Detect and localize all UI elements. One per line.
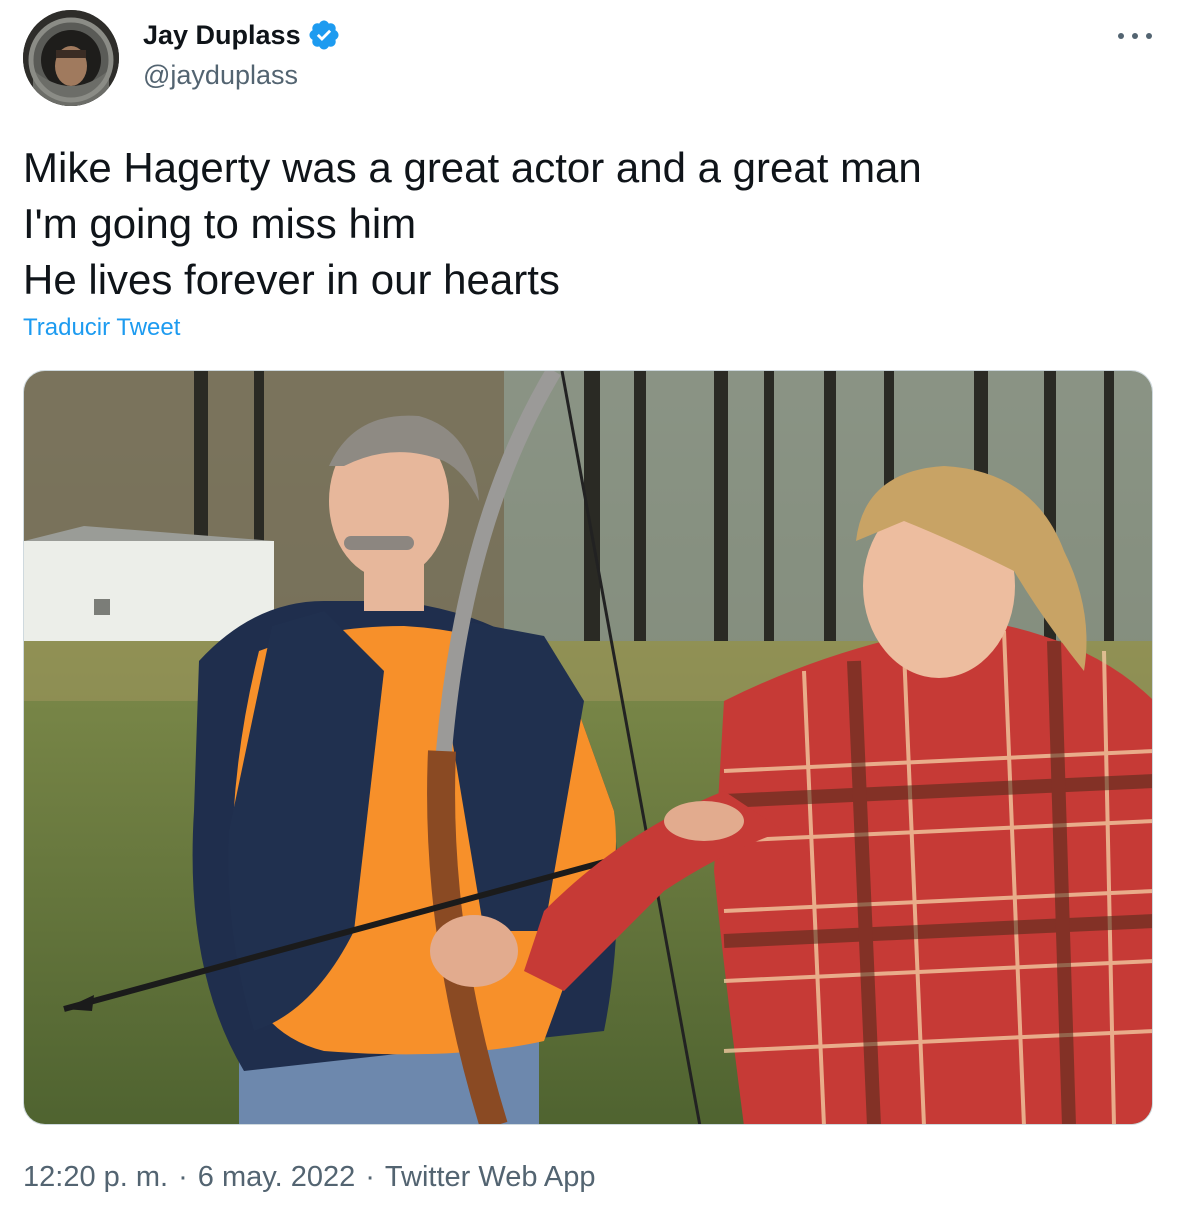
display-name[interactable]: Jay Duplass xyxy=(143,20,301,51)
meta-separator: · xyxy=(365,1161,375,1193)
tweet-card: Jay Duplass @jayduplass Mike Hagerty was… xyxy=(0,0,1198,1210)
tweet-text: Mike Hagerty was a great actor and a gre… xyxy=(23,140,1153,308)
avatar[interactable] xyxy=(23,10,119,106)
name-row: Jay Duplass xyxy=(143,18,341,52)
tweet-meta: 12:20 p. m. · 6 may. 2022 · Twitter Web … xyxy=(23,1161,596,1194)
tweet-date[interactable]: 6 may. 2022 xyxy=(198,1161,355,1194)
meta-separator: · xyxy=(178,1161,188,1193)
user-handle[interactable]: @jayduplass xyxy=(143,60,298,91)
tweet-text-line: I'm going to miss him xyxy=(23,200,417,247)
tweet-time[interactable]: 12:20 p. m. xyxy=(23,1161,168,1194)
tweet-photo[interactable] xyxy=(23,370,1153,1125)
tweet-text-line: He lives forever in our hearts xyxy=(23,256,560,303)
verified-badge-icon xyxy=(307,18,341,52)
photo-image xyxy=(24,371,1152,1124)
tweet-text-line: Mike Hagerty was a great actor and a gre… xyxy=(23,144,922,191)
avatar-image xyxy=(23,10,119,106)
more-horizontal-icon[interactable] xyxy=(1118,22,1152,50)
translate-tweet-link[interactable]: Traducir Tweet xyxy=(23,314,180,342)
tweet-source[interactable]: Twitter Web App xyxy=(385,1161,596,1194)
